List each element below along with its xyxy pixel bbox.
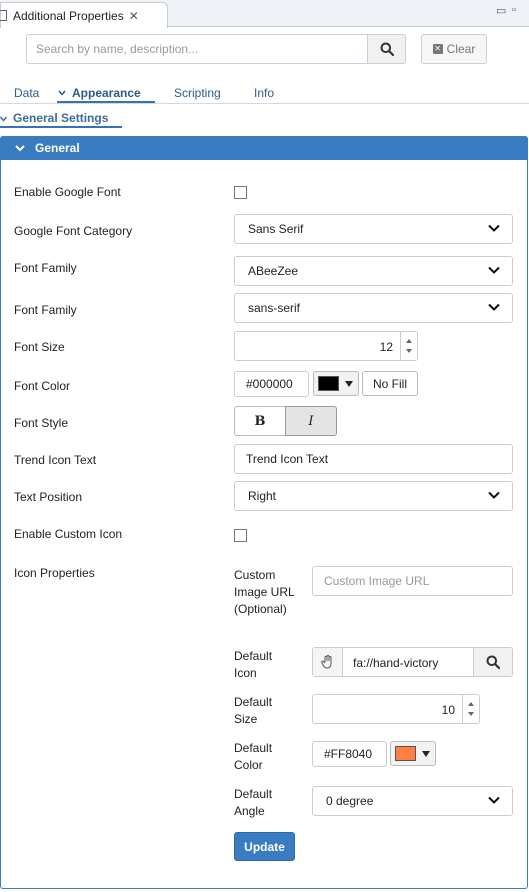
trend-icon-text-value: Trend Icon Text [246,452,329,466]
decrement-icon[interactable] [468,712,474,716]
google-font-category-select[interactable]: Sans Serif [234,214,513,244]
search-button[interactable] [367,34,406,64]
section-underline [0,126,122,128]
clear-button[interactable]: ✕ Clear [421,34,487,64]
font-style-label: Font Style [14,416,69,430]
chevron-down-icon [58,90,66,96]
view-tab-additional-properties[interactable]: Additional Properties ✕ [0,2,168,28]
font-color-label: Font Color [14,379,71,393]
tabs-divider [0,103,529,104]
minimize-icon[interactable]: ▭ [496,4,506,17]
custom-image-url-label: Custom Image URL (Optional) [234,568,295,616]
clear-icon: ✕ [432,44,443,54]
enable-custom-icon-checkbox[interactable] [234,529,247,542]
font-family-generic-label: Font Family [14,303,77,317]
clear-label: Clear [446,42,476,56]
no-fill-button[interactable]: No Fill [362,371,418,396]
font-family-value: ABeeZee [248,264,299,278]
trend-icon-text-label: Trend Icon Text [14,453,97,467]
dropdown-arrow-icon [345,380,353,387]
default-icon-picker[interactable]: fa://hand-victory [312,647,513,677]
maximize-icon[interactable]: ▫ [512,4,516,16]
icon-properties-label: Icon Properties [14,566,95,580]
tab-info[interactable]: Info [254,86,274,100]
default-angle-label: Default Angle [234,787,273,818]
default-color-label: Default Color [234,741,273,772]
font-color-swatch [318,376,339,391]
font-family-select[interactable]: ABeeZee [234,256,513,286]
icon-search-button[interactable] [473,648,512,676]
general-panel [0,136,528,889]
increment-icon[interactable] [468,702,474,706]
italic-toggle[interactable]: I [285,406,337,436]
font-color-picker[interactable] [313,371,359,396]
trend-icon-text-input[interactable]: Trend Icon Text [234,444,513,474]
view-tab-bar: Additional Properties ✕ ▭ ▫ [0,0,529,28]
text-position-select[interactable]: Right [234,481,513,511]
text-position-value: Right [248,489,277,503]
panel-title: General [35,141,80,155]
hand-icon [313,648,343,676]
chevron-down-icon [0,116,7,122]
custom-image-url-placeholder: Custom Image URL [324,574,430,588]
default-icon-label: Default Icon [234,649,273,680]
section-general-settings[interactable]: General Settings [13,111,108,125]
italic-label: I [308,413,314,429]
google-font-category-label: Google Font Category [14,224,133,238]
properties-view-icon [0,10,7,21]
view-title: Additional Properties [13,8,124,23]
increment-icon[interactable] [406,339,412,343]
tab-data[interactable]: Data [14,86,39,100]
default-color-picker[interactable] [390,741,436,766]
update-button[interactable]: Update [234,832,295,861]
font-color-value: #000000 [246,377,293,391]
chevron-down-icon [488,491,500,499]
font-size-arrows[interactable] [400,332,417,360]
tab-appearance[interactable]: Appearance [72,86,141,100]
search-icon [380,42,394,56]
decrement-icon[interactable] [406,349,412,353]
enable-custom-icon-label: Enable Custom Icon [14,527,123,541]
dropdown-arrow-icon [422,750,430,757]
default-angle-select[interactable]: 0 degree [312,786,513,816]
default-color-value: #FF8040 [324,747,373,761]
no-fill-label: No Fill [372,376,407,391]
font-family-generic-select[interactable]: sans-serif [234,293,513,323]
chevron-down-icon [488,224,500,232]
tab-scripting[interactable]: Scripting [174,86,221,100]
search-input[interactable] [26,34,368,64]
font-size-stepper[interactable]: 12 [234,331,418,361]
font-size-value: 12 [379,340,393,354]
enable-google-font-checkbox[interactable] [234,186,247,199]
enable-google-font-label: Enable Google Font [14,185,121,199]
default-size-arrows[interactable] [462,695,479,723]
close-icon[interactable]: ✕ [129,9,139,23]
font-family-generic-value: sans-serif [248,301,301,315]
default-size-value: 10 [441,703,455,717]
default-size-label: Default Size [234,695,273,726]
update-label: Update [244,839,285,854]
default-angle-value: 0 degree [326,794,374,808]
chevron-down-icon [488,303,500,311]
bold-toggle[interactable]: B [234,406,286,436]
chevron-down-icon [488,796,500,804]
default-size-stepper[interactable]: 10 [312,694,480,724]
bold-label: B [254,413,266,429]
text-position-label: Text Position [14,490,83,504]
chevron-down-icon [15,144,25,152]
default-color-swatch [395,746,416,761]
font-color-input[interactable]: #000000 [234,371,309,397]
chevron-down-icon [488,266,500,274]
default-icon-value: fa://hand-victory [353,656,439,670]
default-color-input[interactable]: #FF8040 [312,741,387,767]
font-family-label: Font Family [14,261,77,275]
font-size-label: Font Size [14,340,65,354]
google-font-category-value: Sans Serif [248,222,304,236]
search-icon [486,655,500,669]
general-panel-header[interactable]: General [0,136,528,160]
custom-image-url-input[interactable]: Custom Image URL [312,566,513,596]
